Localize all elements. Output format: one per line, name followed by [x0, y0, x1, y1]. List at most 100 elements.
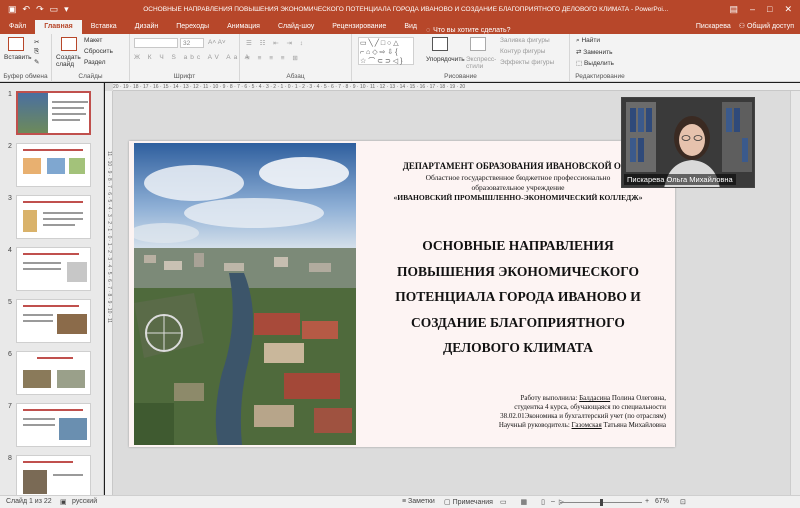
- reset-button[interactable]: Сбросить: [84, 48, 113, 55]
- user-name[interactable]: Пискарева: [696, 20, 731, 34]
- shape-outline-button[interactable]: Контур фигуры: [500, 48, 545, 55]
- redo-icon[interactable]: ↷: [36, 4, 44, 14]
- participant-video[interactable]: Пискарева Ольга Михайловна: [621, 97, 755, 188]
- group-drawing: ▭ ╲ ╱ □ ○ △ ⌐ ⌂ ◇ ⇨ ⇩ {☆ ⌒ ⊂ ⊃ ◁ } Упоряд…: [352, 34, 570, 82]
- grow-font-icon[interactable]: A˄ A˅: [208, 39, 226, 46]
- tab-insert[interactable]: Вставка: [82, 20, 126, 34]
- replace-label: Заменить: [583, 49, 613, 56]
- vertical-scrollbar[interactable]: [790, 91, 800, 495]
- thumbnail-image: [16, 299, 91, 343]
- list-buttons[interactable]: ☰ ☷ ⇤ ⇥ ↕: [246, 39, 306, 47]
- title-line: ОСНОВНЫЕ НАПРАВЛЕНИЯ: [422, 238, 614, 253]
- undo-icon[interactable]: ↶: [23, 4, 31, 14]
- city-aerial-illustration: [134, 143, 356, 445]
- tab-slideshow[interactable]: Слайд-шоу: [269, 20, 323, 34]
- shapes-gallery[interactable]: ▭ ╲ ╱ □ ○ △ ⌐ ⌂ ◇ ⇨ ⇩ {☆ ⌒ ⊂ ⊃ ◁ }: [358, 37, 414, 65]
- new-slide-button[interactable]: Создать слайд: [56, 54, 82, 68]
- tab-file[interactable]: Файл: [0, 20, 35, 34]
- status-bar: Слайд 1 из 22 ▣ русский ≡ Заметки ▢ Прим…: [0, 495, 800, 508]
- language-label[interactable]: русский: [72, 498, 97, 505]
- zoom-slider[interactable]: [560, 499, 642, 506]
- city-aerial-photo[interactable]: [134, 143, 356, 445]
- author-block[interactable]: Работу выполнила: Балдасина Полина Олего…: [499, 394, 666, 430]
- share-button[interactable]: ⚇ Общий доступ: [739, 20, 794, 34]
- paste-button[interactable]: Вставить: [4, 54, 32, 61]
- fit-slide-icon[interactable]: ⊡: [680, 498, 686, 506]
- notes-button[interactable]: ≡ Заметки: [402, 498, 435, 505]
- supervisor-surname: Газомская: [571, 421, 602, 429]
- thumbnail-slide-1[interactable]: 1: [0, 89, 103, 137]
- thumbnail-image: [16, 351, 91, 395]
- paste-icon[interactable]: [8, 37, 24, 51]
- quick-styles-icon[interactable]: [470, 37, 486, 51]
- slide-title[interactable]: ОСНОВНЫЕ НАПРАВЛЕНИЯ ПОВЫШЕНИЯ ЭКОНОМИЧЕ…: [364, 233, 672, 361]
- zoom-out-icon[interactable]: –: [551, 498, 555, 505]
- group-font-label: Шрифт: [173, 73, 196, 80]
- select-button[interactable]: ⬚ Выделить: [576, 59, 614, 67]
- title-line: ПОВЫШЕНИЯ ЭКОНОМИЧЕСКОГО: [397, 263, 639, 279]
- thumbnail-image: [16, 247, 91, 291]
- group-paragraph: ☰ ☷ ⇤ ⇥ ↕ ≡ ≡ ≡ ≡ ⊞ Абзац: [240, 34, 352, 82]
- zoom-level[interactable]: 67%: [655, 498, 669, 505]
- font-style-buttons[interactable]: Ж К Ч S abc AV Aa A: [134, 54, 252, 61]
- thumbnail-slide-5[interactable]: 5: [0, 297, 103, 345]
- lightbulb-icon: ◌: [426, 27, 431, 34]
- tab-transitions[interactable]: Переходы: [167, 20, 218, 34]
- font-name-box[interactable]: [134, 38, 178, 48]
- participant-name: Пискарева Ольга Михайловна: [624, 174, 736, 185]
- copy-icon[interactable]: ⎘: [34, 48, 39, 56]
- zoom-slider-thumb[interactable]: [600, 499, 603, 506]
- tab-animations[interactable]: Анимация: [218, 20, 269, 34]
- comments-button[interactable]: ▢ Примечания: [444, 498, 493, 506]
- vertical-ruler: 11 · 10 · 9 · 8 · 7 · 6 · 5 · 4 · 3 · 2 …: [105, 91, 113, 495]
- format-painter-icon[interactable]: ✎: [34, 58, 39, 66]
- tell-me-box[interactable]: ◌ Что вы хотите сделать?: [426, 27, 511, 34]
- ribbon-tabs: Файл Главная Вставка Дизайн Переходы Ани…: [0, 18, 800, 34]
- find-button[interactable]: ⌕ Найти: [576, 37, 600, 45]
- ribbon-options-icon[interactable]: ▤: [729, 4, 738, 15]
- section-button[interactable]: Раздел: [84, 59, 105, 66]
- spellcheck-icon[interactable]: ▣: [60, 498, 67, 506]
- close-icon[interactable]: ✕: [784, 4, 792, 15]
- thumbnail-slide-3[interactable]: 3: [0, 193, 103, 241]
- cut-icon[interactable]: ✂: [34, 38, 39, 46]
- slide-thumbnails-pane[interactable]: 1 2 3 4 5 6 7 8: [0, 83, 104, 495]
- shape-fill-button[interactable]: Заливка фигуры: [500, 37, 550, 44]
- tab-home[interactable]: Главная: [35, 20, 82, 34]
- thumbnail-slide-8[interactable]: 8: [0, 453, 103, 495]
- quick-styles-button[interactable]: Экспресс-стили: [466, 56, 496, 70]
- slide-1[interactable]: ДЕПАРТАМЕНТ ОБРАЗОВАНИЯ ИВАНОВСКОЙ ОБЛ О…: [129, 141, 675, 447]
- thumbnail-image: [16, 91, 91, 135]
- align-buttons[interactable]: ≡ ≡ ≡ ≡ ⊞: [246, 54, 301, 62]
- tab-review[interactable]: Рецензирование: [323, 20, 395, 34]
- tab-view[interactable]: Вид: [395, 20, 426, 34]
- thumbnail-slide-6[interactable]: 6: [0, 349, 103, 397]
- arrange-button[interactable]: Упорядочить: [426, 56, 465, 63]
- thumbnail-slide-2[interactable]: 2: [0, 141, 103, 189]
- replace-button[interactable]: ⇄ Заменить: [576, 48, 612, 56]
- quick-access-toolbar: ▣ ↶ ↷ ▭ ▾: [0, 4, 88, 14]
- title-line: ДЕЛОВОГО КЛИМАТА: [442, 340, 594, 355]
- arrange-icon[interactable]: [432, 37, 448, 51]
- vertical-ruler-scale: 11 · 10 · 9 · 8 · 7 · 6 · 5 · 4 · 3 · 2 …: [106, 151, 112, 324]
- thumbnail-number: 8: [8, 455, 12, 462]
- new-slide-icon[interactable]: [61, 37, 77, 51]
- qat-dropdown-icon[interactable]: ▾: [64, 4, 69, 14]
- select-icon: ⬚: [576, 60, 584, 67]
- thumbnail-slide-7[interactable]: 7: [0, 401, 103, 449]
- layout-button[interactable]: Макет: [84, 37, 102, 44]
- minimize-icon[interactable]: –: [750, 4, 755, 15]
- font-size-box[interactable]: 32: [180, 38, 204, 48]
- tell-me-text: Что вы хотите сделать?: [433, 27, 511, 34]
- window-controls: ▤ – □ ✕: [729, 4, 800, 15]
- group-drawing-label: Рисование: [444, 73, 477, 80]
- group-slides-label: Слайды: [78, 73, 103, 80]
- shape-effects-button[interactable]: Эффекты фигуры: [500, 59, 554, 66]
- maximize-icon[interactable]: □: [767, 4, 772, 15]
- save-icon[interactable]: ▣: [8, 4, 17, 14]
- thumbnail-number: 7: [8, 403, 12, 410]
- thumbnail-slide-4[interactable]: 4: [0, 245, 103, 293]
- slideshow-icon[interactable]: ▭: [50, 4, 59, 14]
- zoom-in-icon[interactable]: +: [645, 498, 649, 505]
- tab-design[interactable]: Дизайн: [126, 20, 168, 34]
